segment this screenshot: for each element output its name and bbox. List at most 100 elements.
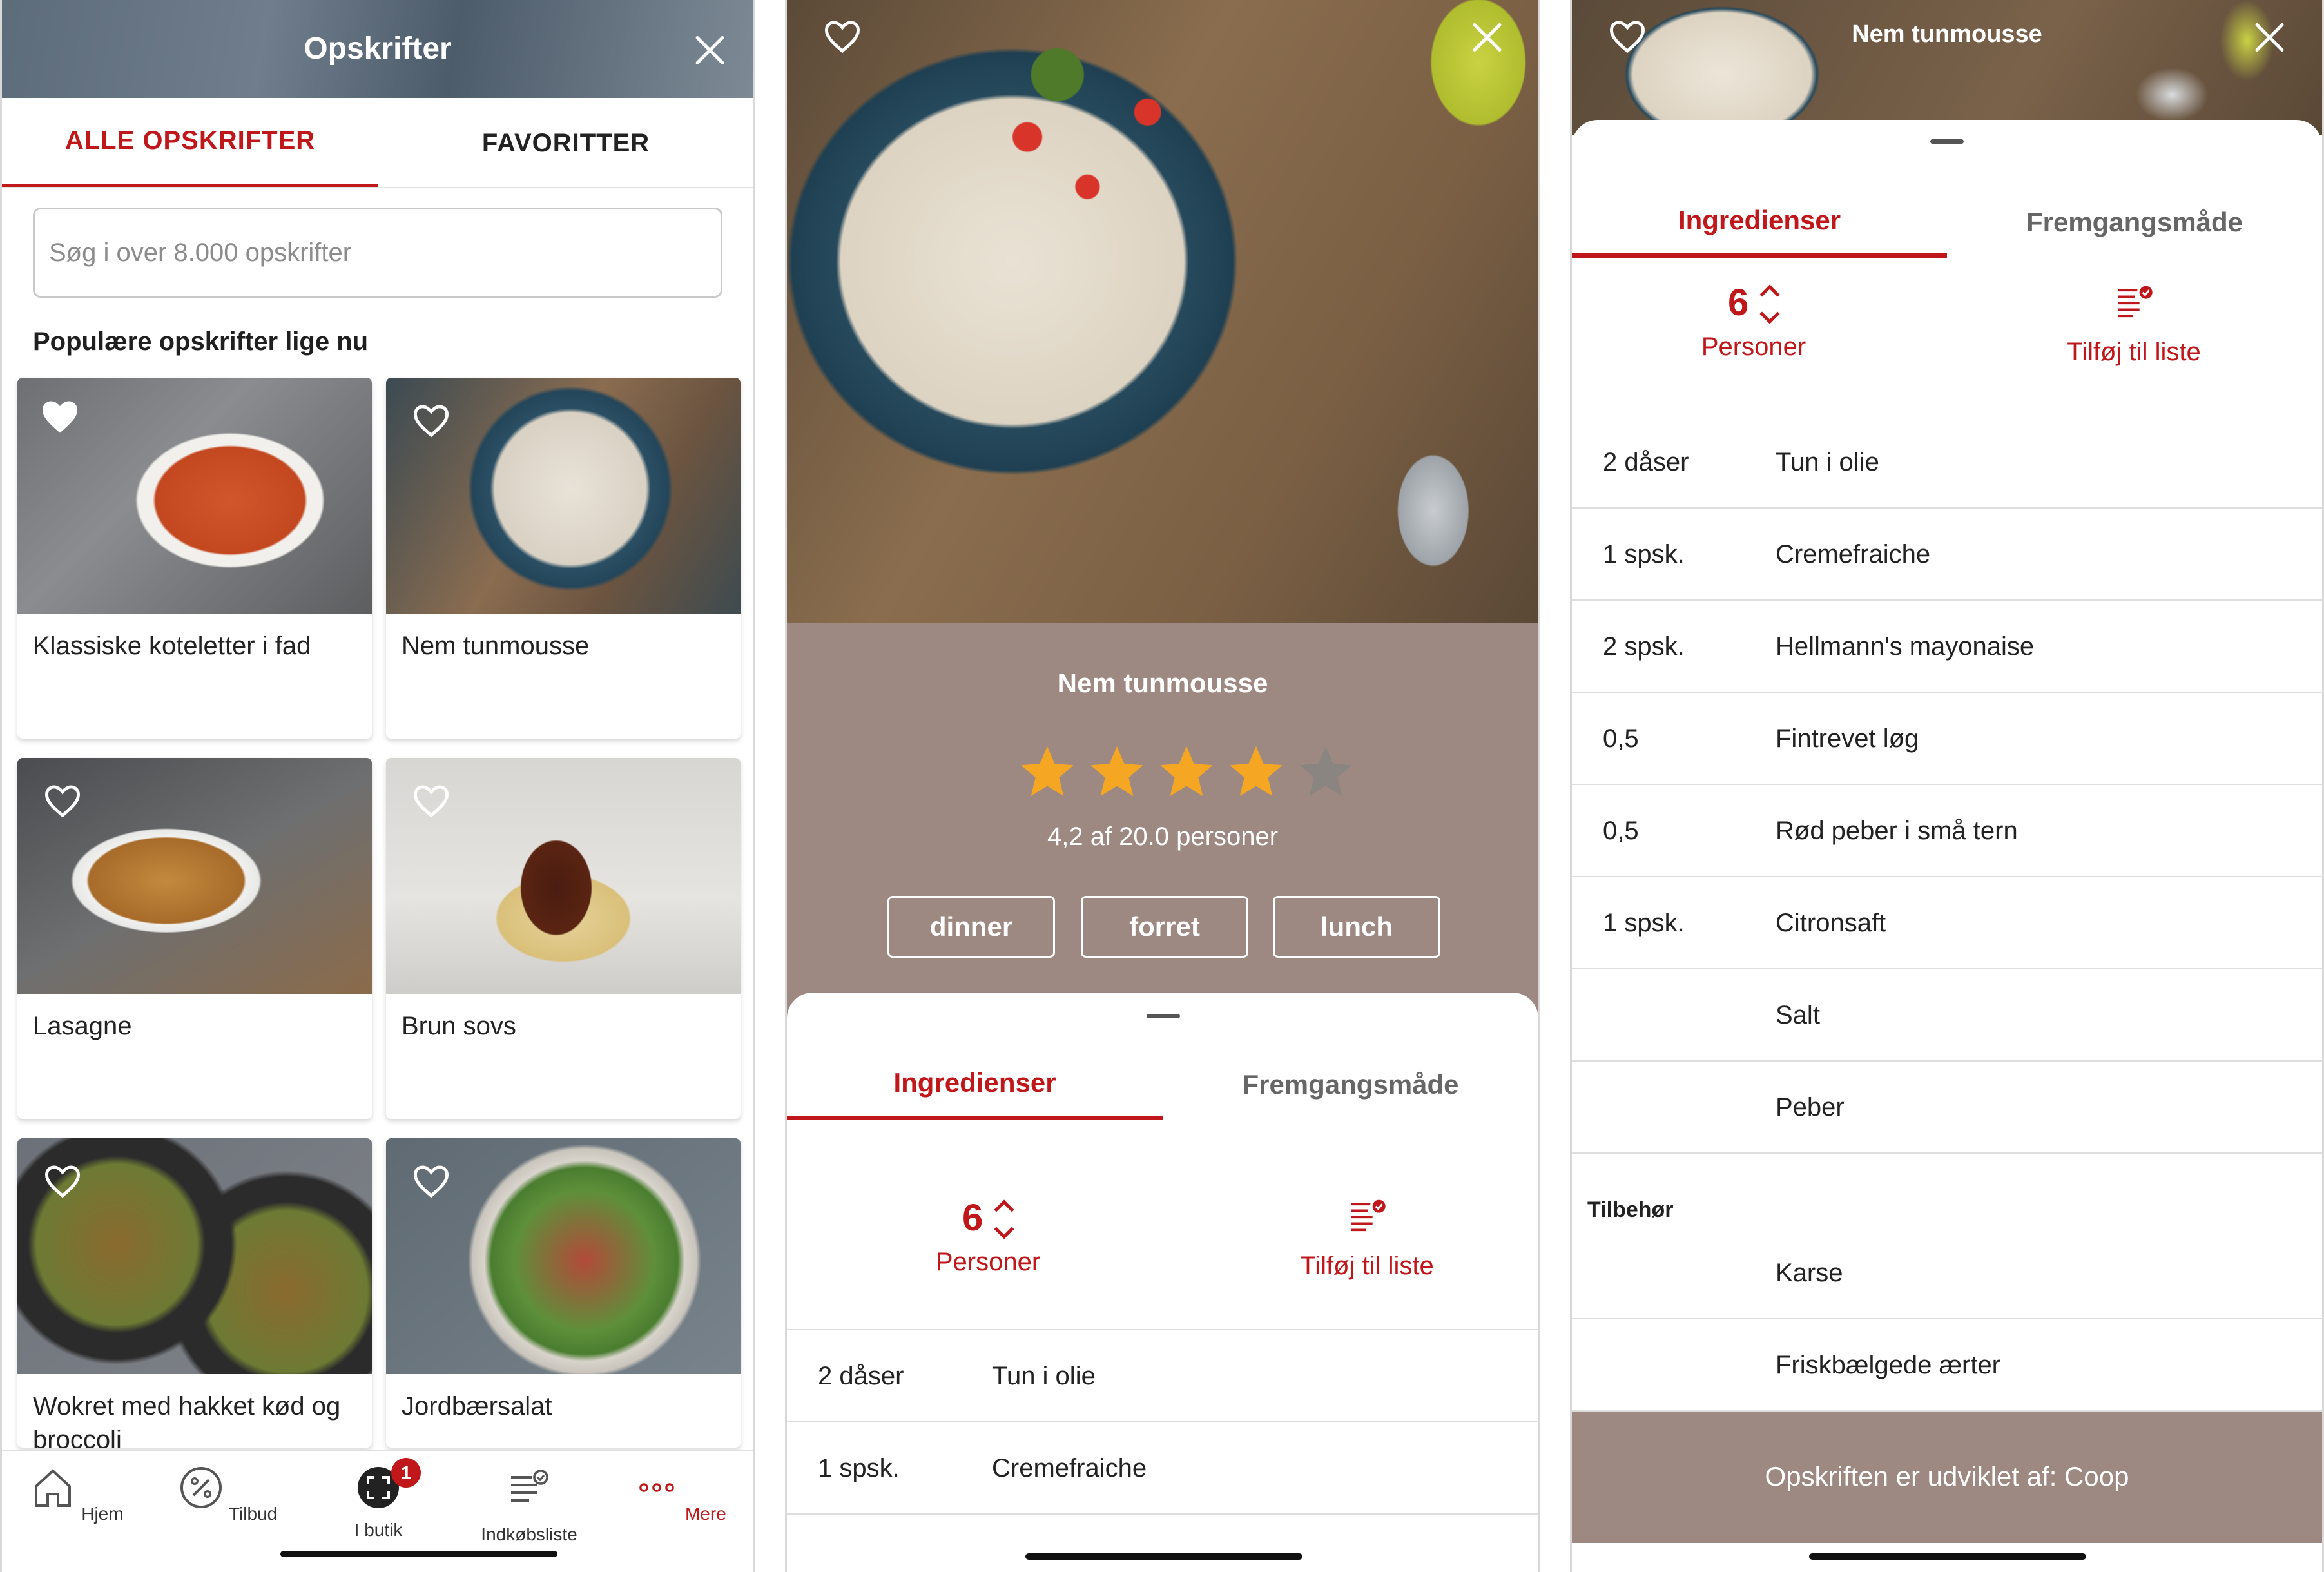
- ingredient-amount: 0,5: [1603, 817, 1639, 845]
- star-empty-icon[interactable]: [1296, 742, 1355, 802]
- servings-value: 6: [962, 1197, 983, 1239]
- ingredient-row: 1 spsk. Citronsaft: [1572, 877, 2322, 969]
- nav-shopping-list[interactable]: Indkøbsliste: [465, 1464, 594, 1545]
- recipe-hero-image: [787, 0, 1538, 623]
- ingredient-amount: 1 spsk.: [1603, 909, 1685, 937]
- recipe-card[interactable]: Lasagne: [17, 758, 372, 1119]
- tab-ingredients[interactable]: Ingredienser: [1572, 187, 1947, 258]
- recipe-card[interactable]: Nem tunmousse: [386, 378, 741, 739]
- search-input[interactable]: [35, 209, 721, 296]
- nav-offers[interactable]: Tilbud: [163, 1464, 292, 1524]
- ingredient-name: Citronsaft: [1776, 909, 1886, 937]
- chevron-down-icon[interactable]: [1759, 304, 1780, 324]
- ingredient-name: Cremefraiche: [1776, 540, 1931, 568]
- heart-filled-icon[interactable]: [41, 400, 79, 434]
- more-icon: [639, 1483, 675, 1492]
- recipe-title: Nem tunmousse: [1057, 668, 1268, 698]
- heart-icon[interactable]: [412, 403, 450, 438]
- section-title: Populære opskrifter lige nu: [33, 327, 369, 356]
- ingredient-row: Peber: [1572, 1062, 2322, 1154]
- servings-stepper[interactable]: 6 Personer: [1689, 281, 1818, 371]
- recipe-name: Lasagne: [33, 1012, 132, 1040]
- ingredients-screen: Nem tunmousse Ingredienser Fremgangsmåde…: [1570, 0, 2324, 1572]
- recipe-detail-screen: Nem tunmousse 4,2 af 20.0 personer dinne…: [785, 0, 1540, 1572]
- add-to-list-label: Tilføj til liste: [1300, 1252, 1434, 1280]
- home-indicator: [1809, 1553, 2086, 1560]
- nav-label: Tilbud: [229, 1504, 278, 1524]
- chevron-up-icon[interactable]: [1759, 284, 1780, 305]
- tab-method[interactable]: Fremgangsmåde: [1163, 1049, 1538, 1120]
- close-icon[interactable]: [1467, 18, 1506, 57]
- drag-handle[interactable]: [1147, 1014, 1180, 1018]
- star-filled-icon[interactable]: [1157, 742, 1216, 802]
- star-filled-icon[interactable]: [1087, 742, 1147, 802]
- recipe-name: Wokret med hakket kød og broccoli: [33, 1392, 341, 1448]
- heart-icon[interactable]: [412, 784, 450, 819]
- add-to-list-label: Tilføj til liste: [2067, 338, 2201, 366]
- ingredient-row: 1 spsk. Cremefraiche: [1572, 509, 2322, 601]
- star-filled-icon[interactable]: [1018, 742, 1077, 802]
- close-icon[interactable]: [690, 31, 729, 70]
- close-icon[interactable]: [2250, 18, 2289, 57]
- recipes-list-screen: Opskrifter ALLE OPSKRIFTER FAVORITTER Po…: [0, 0, 755, 1572]
- servings-label: Personer: [1701, 333, 1806, 361]
- ingredient-amount: 2 spsk.: [1603, 632, 1685, 661]
- header: Opskrifter: [2, 0, 753, 98]
- heart-icon[interactable]: [412, 1164, 450, 1199]
- chevron-up-icon[interactable]: [994, 1199, 1014, 1220]
- tab-favorites[interactable]: FAVORITTER: [378, 98, 753, 188]
- recipe-name: Klassiske koteletter i fad: [33, 632, 311, 660]
- nav-in-store[interactable]: 1 I butik: [314, 1458, 443, 1540]
- ingredient-amount: 0,5: [1603, 724, 1639, 753]
- ingredient-name: Hellmann's mayonaise: [1776, 632, 2035, 661]
- ingredient-name: Rød peber i små tern: [1776, 817, 2018, 845]
- nav-more[interactable]: Mere: [615, 1464, 744, 1524]
- ingredient-name: Tun i olie: [992, 1362, 1096, 1390]
- home-indicator: [280, 1551, 557, 1557]
- ingredient-row: 2 dåser Tun i olie: [787, 1330, 1538, 1422]
- ingredient-row: Salt: [1572, 969, 2322, 1062]
- recipe-name: Nem tunmousse: [402, 632, 590, 660]
- recipe-credit: Opskriften er udviklet af: Coop: [1572, 1410, 2322, 1543]
- drag-handle[interactable]: [1930, 139, 1964, 144]
- home-indicator: [1025, 1553, 1302, 1560]
- heart-icon[interactable]: [43, 1164, 82, 1199]
- recipe-card[interactable]: Wokret med hakket kød og broccoli: [17, 1138, 372, 1448]
- ingredient-name: Friskbælgede ærter: [1776, 1351, 2001, 1379]
- nav-label: Hjem: [81, 1504, 124, 1524]
- ingredient-name: Fintrevet løg: [1776, 724, 1919, 753]
- accessories-heading: Tilbehør: [1587, 1198, 1674, 1222]
- divider: [2, 187, 753, 188]
- ingredient-row: Karse: [1572, 1227, 2322, 1319]
- recipe-name: Jordbærsalat: [402, 1392, 552, 1421]
- ingredient-row: 2 dåser Tun i olie: [1572, 416, 2322, 509]
- add-to-list-button[interactable]: Tilføj til liste: [1264, 1198, 1470, 1288]
- ingredient-amount: 1 spsk.: [818, 1454, 900, 1482]
- ingredient-name: Karse: [1776, 1259, 1843, 1287]
- heart-icon[interactable]: [43, 784, 82, 819]
- search-field[interactable]: [33, 208, 722, 298]
- page-title: Opskrifter: [304, 32, 452, 66]
- recipe-card[interactable]: Jordbærsalat: [386, 1138, 741, 1448]
- add-to-list-icon: [1351, 1199, 1386, 1232]
- page-title: Nem tunmousse: [1852, 21, 2042, 48]
- nav-label: Mere: [684, 1504, 726, 1524]
- servings-stepper[interactable]: 6 Personer: [924, 1196, 1052, 1286]
- heart-icon[interactable]: [823, 19, 862, 54]
- recipe-card[interactable]: Klassiske koteletter i fad: [17, 378, 372, 739]
- tag-dinner[interactable]: dinner: [887, 896, 1055, 958]
- tab-all-recipes[interactable]: ALLE OPSKRIFTER: [2, 98, 378, 188]
- tab-method[interactable]: Fremgangsmåde: [1947, 187, 2322, 258]
- tag-forret[interactable]: forret: [1081, 896, 1248, 958]
- scan-icon: 1: [355, 1458, 421, 1511]
- tab-ingredients[interactable]: Ingredienser: [787, 1049, 1163, 1120]
- nav-label: Indkøbsliste: [481, 1524, 577, 1544]
- chevron-down-icon[interactable]: [994, 1219, 1014, 1239]
- add-to-list-button[interactable]: Tilføj til liste: [2031, 284, 2237, 374]
- star-filled-icon[interactable]: [1226, 742, 1286, 802]
- servings-value: 6: [1728, 282, 1749, 324]
- recipe-card[interactable]: Brun sovs: [386, 758, 741, 1119]
- nav-home[interactable]: Hjem: [12, 1464, 141, 1524]
- notification-badge: 1: [391, 1458, 421, 1488]
- tag-lunch[interactable]: lunch: [1273, 896, 1440, 958]
